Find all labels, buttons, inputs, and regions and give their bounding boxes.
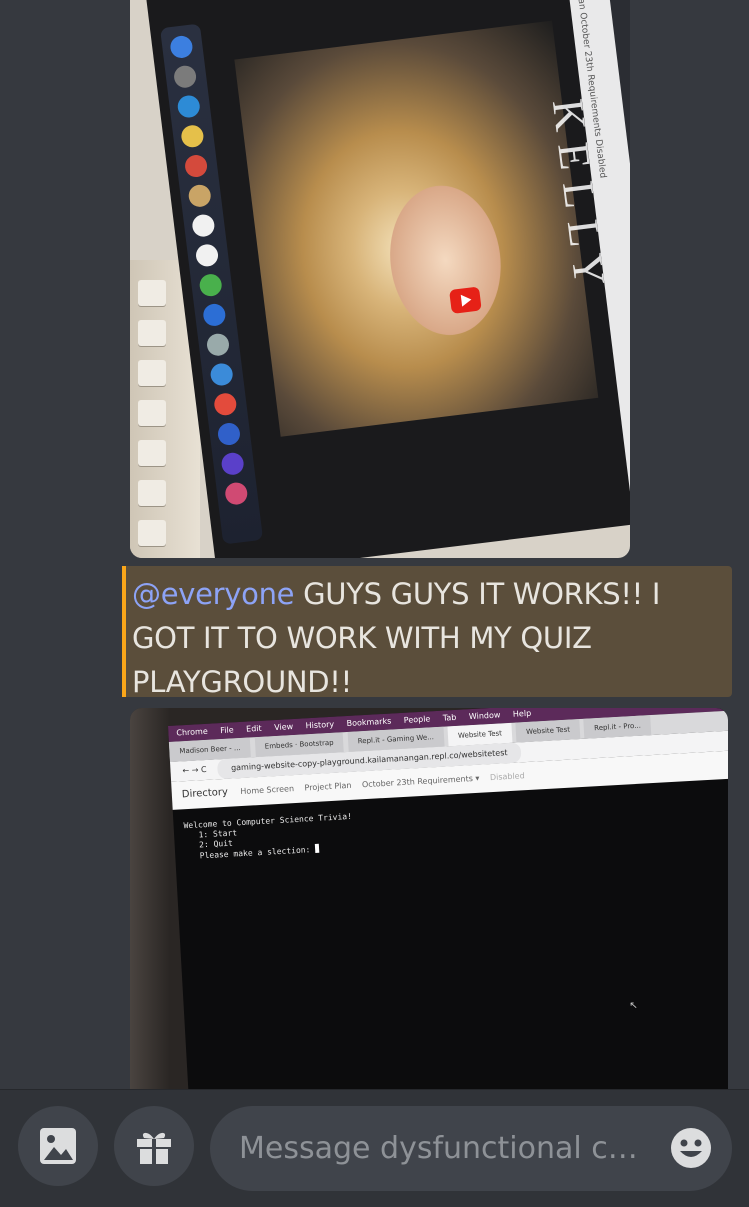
message-list: TORI KELLY Project Plan October 23th Req… — [0, 0, 749, 1089]
portrait-face — [381, 179, 510, 342]
laptop-bezel — [130, 708, 170, 1089]
menu-item: People — [403, 714, 431, 725]
menu-item: Window — [468, 710, 501, 722]
menu-item: Edit — [245, 723, 262, 734]
mention-everyone[interactable]: @everyone — [132, 577, 295, 611]
nav-item-disabled: Disabled — [489, 771, 525, 783]
message-highlighted[interactable]: @everyone GUYS GUYS IT WORKS!! I GOT IT … — [122, 566, 732, 699]
nav-item: October 23th Requirements ▾ — [361, 773, 480, 790]
menu-item: Bookmarks — [346, 716, 392, 729]
play-icon — [449, 286, 482, 314]
site-brand: Directory — [181, 786, 229, 801]
image-attachment-1[interactable]: TORI KELLY Project Plan October 23th Req… — [130, 0, 630, 558]
menu-item: Chrome — [176, 726, 208, 738]
image-button[interactable] — [18, 1106, 98, 1186]
gift-icon — [137, 1132, 171, 1164]
music-video-frame: TORI KELLY — [234, 20, 630, 437]
gift-button[interactable] — [114, 1106, 194, 1186]
menu-item: File — [220, 725, 234, 736]
menu-item: History — [305, 719, 335, 731]
nav-item: Home Screen — [240, 784, 295, 797]
mouse-pointer-icon: ↖ — [629, 1000, 639, 1012]
emoji-icon[interactable] — [670, 1127, 712, 1169]
console-output: Welcome to Computer Science Trivia! 1: S… — [183, 812, 354, 862]
message-input[interactable]: Message dysfunctional csp... — [210, 1106, 732, 1191]
nav-item: Project Plan — [304, 780, 352, 793]
laptop-screen-photo: TORI KELLY Project Plan October 23th Req… — [144, 0, 630, 558]
image-icon — [40, 1128, 76, 1164]
composer-bar: Message dysfunctional csp... — [0, 1089, 749, 1207]
text-cursor — [314, 843, 320, 853]
message-input-placeholder: Message dysfunctional csp... — [239, 1131, 649, 1166]
menu-item: Help — [512, 708, 532, 719]
image-attachment-2[interactable]: Chrome File Edit View History Bookmarks … — [130, 708, 728, 1089]
laptop-screen-photo-2: Chrome File Edit View History Bookmarks … — [168, 708, 728, 1089]
menu-item: Tab — [442, 712, 457, 723]
menu-item: View — [273, 722, 294, 733]
